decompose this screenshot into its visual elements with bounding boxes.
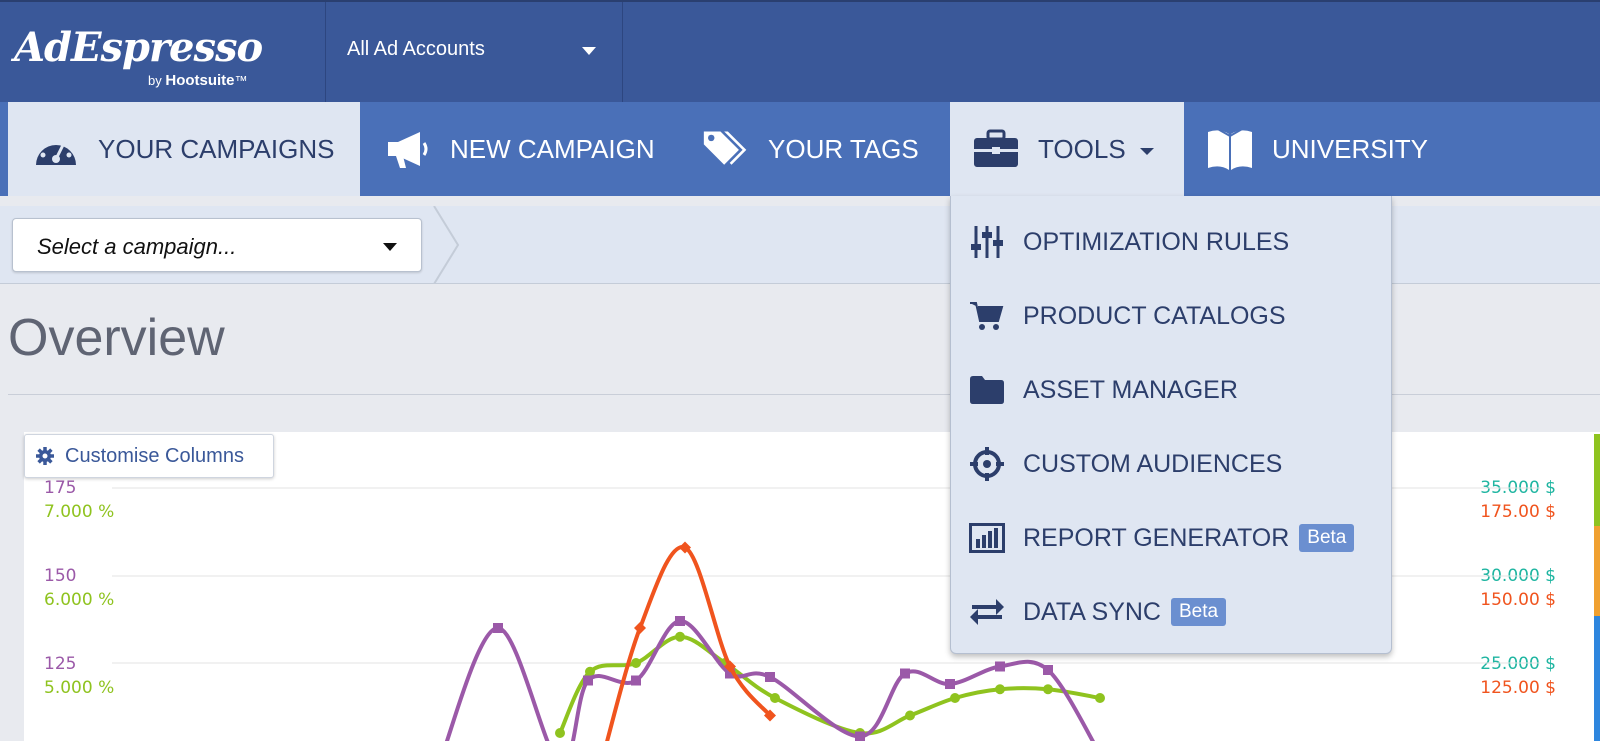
menu-item-asset-manager[interactable]: ASSET MANAGER	[951, 360, 1391, 420]
top-bar: AdEspresso by Hootsuite™ All Ad Accounts	[0, 0, 1600, 102]
chart-edge-marker	[1594, 434, 1600, 526]
page-title: Overview	[8, 309, 225, 367]
gear-icon	[36, 447, 54, 465]
customise-columns-button[interactable]: Customise Columns	[24, 434, 274, 478]
beta-badge: Beta	[1299, 524, 1355, 552]
logo[interactable]: AdEspresso by Hootsuite™	[0, 2, 326, 102]
tools-dropdown-menu: OPTIMIZATION RULES PRODUCT CATALOGS ASSE…	[950, 196, 1392, 654]
left-axis-tick: 5.000 %	[44, 678, 115, 698]
nav-your-tags[interactable]: YOUR TAGS	[702, 102, 942, 196]
chevron-down-icon	[383, 243, 397, 251]
right-axis-tick: 150.00 $	[1480, 590, 1556, 610]
right-axis-tick: 125.00 $	[1480, 678, 1556, 698]
bar-chart-icon	[969, 520, 1005, 556]
ad-account-value: All Ad Accounts	[347, 38, 485, 60]
menu-item-label: PRODUCT CATALOGS	[1023, 301, 1286, 330]
open-book-icon	[1206, 125, 1254, 173]
nav-your-tags-label: YOUR TAGS	[768, 133, 919, 164]
left-axis-tick: 175	[44, 478, 77, 498]
customise-columns-label: Customise Columns	[65, 444, 244, 467]
left-axis-tick: 7.000 %	[44, 502, 115, 522]
nav-university[interactable]: UNIVERSITY	[1206, 102, 1466, 196]
logo-byline: by Hootsuite™	[148, 72, 248, 89]
ad-account-selector[interactable]: All Ad Accounts	[327, 2, 623, 102]
logo-wordmark: AdEspresso	[14, 24, 263, 71]
main-nav: YOUR CAMPAIGNS NEW CAMPAIGN YOUR TAGS TO…	[0, 102, 1600, 196]
chart-edge-marker	[1594, 616, 1600, 741]
beta-badge: Beta	[1171, 598, 1227, 626]
menu-item-label: OPTIMIZATION RULES	[1023, 227, 1290, 256]
right-axis-tick: 35.000 $	[1480, 478, 1556, 498]
toolbox-icon	[972, 125, 1020, 173]
folder-icon	[969, 372, 1005, 408]
crosshair-icon	[969, 446, 1005, 482]
left-axis-tick: 6.000 %	[44, 590, 115, 610]
nav-university-label: UNIVERSITY	[1272, 133, 1429, 164]
megaphone-icon	[384, 125, 432, 173]
menu-item-optimization-rules[interactable]: OPTIMIZATION RULES	[951, 212, 1391, 272]
nav-your-campaigns-label: YOUR CAMPAIGNS	[98, 133, 335, 164]
menu-item-label: CUSTOM AUDIENCES	[1023, 449, 1283, 478]
dashboard-gauge-icon	[32, 125, 80, 173]
breadcrumb-chevron-icon	[433, 206, 460, 284]
nav-tools[interactable]: TOOLS	[950, 102, 1184, 196]
nav-new-campaign-label: NEW CAMPAIGN	[450, 133, 655, 164]
sync-icon	[969, 594, 1005, 630]
right-axis-tick: 175.00 $	[1480, 502, 1556, 522]
tags-icon	[702, 125, 750, 173]
menu-item-report-generator[interactable]: REPORT GENERATOR Beta	[951, 508, 1391, 568]
nav-your-campaigns[interactable]: YOUR CAMPAIGNS	[8, 102, 360, 196]
nav-tools-label: TOOLS	[1038, 133, 1126, 164]
left-axis-tick: 125	[44, 654, 77, 674]
campaign-select[interactable]: Select a campaign...	[12, 218, 422, 272]
right-axis-tick: 25.000 $	[1480, 654, 1556, 674]
sliders-icon	[969, 224, 1005, 260]
left-axis-tick: 150	[44, 566, 77, 586]
cart-icon	[969, 298, 1005, 334]
right-axis-tick: 30.000 $	[1480, 566, 1556, 586]
chart-edge-marker	[1594, 526, 1600, 616]
menu-item-data-sync[interactable]: DATA SYNC Beta	[951, 582, 1391, 642]
menu-item-product-catalogs[interactable]: PRODUCT CATALOGS	[951, 286, 1391, 346]
chevron-down-icon	[1139, 147, 1154, 155]
nav-new-campaign[interactable]: NEW CAMPAIGN	[384, 102, 684, 196]
chevron-down-icon	[582, 47, 596, 55]
menu-item-custom-audiences[interactable]: CUSTOM AUDIENCES	[951, 434, 1391, 494]
campaign-select-placeholder: Select a campaign...	[37, 234, 237, 259]
menu-item-label: DATA SYNC	[1023, 597, 1161, 626]
menu-item-label: REPORT GENERATOR	[1023, 523, 1290, 552]
menu-item-label: ASSET MANAGER	[1023, 375, 1238, 404]
